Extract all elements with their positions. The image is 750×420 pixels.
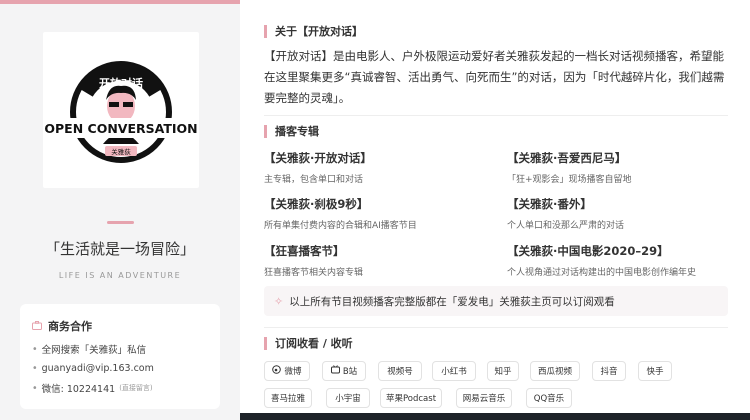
podcast-logo: 开放对话 OPEN CONVERSATION YADI GUAN 关雅荻: [43, 32, 199, 188]
album-open-conversation[interactable]: 【关雅荻·开放对话】 主专辑，包含单口和对话: [264, 150, 372, 185]
business-line-wechat: • 微信: 10224141 (直接留言): [32, 382, 153, 396]
platform-ximalaya[interactable]: 喜马拉雅: [264, 388, 312, 408]
logo-sub-en: YADI GUAN: [106, 140, 135, 146]
album-china-film[interactable]: 【关雅荻·中国电影2020–29】 个人视角通过对话构建出的中国电影创作编年史: [507, 243, 696, 278]
weibo-icon: [272, 365, 282, 377]
section-divider: [264, 327, 728, 328]
albums-title: 播客专辑: [264, 125, 319, 138]
bilibili-icon: [330, 365, 340, 377]
business-title: 商务合作: [32, 318, 208, 334]
business-title-text: 商务合作: [48, 320, 92, 333]
about-title: 关于【开放对话】: [264, 25, 363, 38]
subscribe-title: 订阅收看 / 收听: [264, 337, 353, 350]
logo-brand-text: OPEN CONVERSATION: [44, 121, 197, 136]
album-cinema[interactable]: 【关雅荻·吾爱西尼马】 「狂+观影会」现场播客自留地: [507, 150, 632, 185]
platform-xiaohongshu[interactable]: 小红书: [432, 361, 476, 381]
platform-shipinhao[interactable]: 视频号: [378, 361, 422, 381]
briefcase-icon: [32, 320, 42, 333]
business-card: 商务合作 • 全网搜索「关雅荻」私信 • guanyadi@vip.163.com …: [20, 304, 220, 409]
platform-weibo[interactable]: 微博: [264, 361, 310, 381]
album-podcast-festival[interactable]: 【狂喜播客节】 狂喜播客节相关内容专辑: [264, 243, 363, 278]
album-extras[interactable]: 【关雅荻·番外】 个人单口和没那么严肃的对话: [507, 196, 624, 231]
business-line-email[interactable]: • guanyadi@vip.163.com: [32, 363, 208, 374]
platform-xiaoyuzhou[interactable]: 小宇宙: [326, 388, 370, 408]
section-divider: [264, 115, 728, 116]
platform-bilibili[interactable]: B站: [322, 361, 366, 381]
platform-douyin[interactable]: 抖音: [592, 361, 626, 381]
about-text: 【开放对话】是由电影人、户外极限运动爱好者关雅荻发起的一档长对话视频播客，希望能…: [264, 49, 725, 105]
subscription-notice: ✧ 以上所有节目视频播客完整版都在「爱发电」关雅荻主页可以订阅观看: [264, 286, 728, 316]
platform-qq-music[interactable]: QQ音乐: [526, 388, 572, 408]
motto-cn: 「生活就是一场冒险」: [44, 240, 195, 258]
platform-xigua[interactable]: 西瓜视频: [530, 361, 580, 381]
platform-kuaishou[interactable]: 快手: [638, 361, 672, 381]
platform-netease-music[interactable]: 网易云音乐: [456, 388, 512, 408]
sidebar: 开放对话 OPEN CONVERSATION YADI GUAN 关雅荻 「生活…: [0, 4, 240, 420]
motto-en: LIFE IS AN ADVENTURE: [58, 271, 182, 280]
platform-zhihu[interactable]: 知乎: [487, 361, 519, 381]
bottom-dark-strip: [240, 413, 750, 420]
album-9-seconds[interactable]: 【关雅荻·刹极9秒】 所有单集付费内容的合辑和AI播客节目: [264, 196, 417, 231]
divider-accent: [107, 221, 134, 224]
sparkle-icon: ✧: [274, 294, 284, 308]
business-line-search: • 全网搜索「关雅荻」私信: [32, 343, 147, 357]
wechat-note: (直接留言): [119, 384, 153, 392]
notice-text: 以上所有节目视频播客完整版都在「爱发电」关雅荻主页可以订阅观看: [289, 295, 615, 308]
logo-sub-cn: 关雅荻: [111, 147, 131, 156]
platform-apple-podcast[interactable]: 苹果Podcast: [380, 388, 442, 408]
